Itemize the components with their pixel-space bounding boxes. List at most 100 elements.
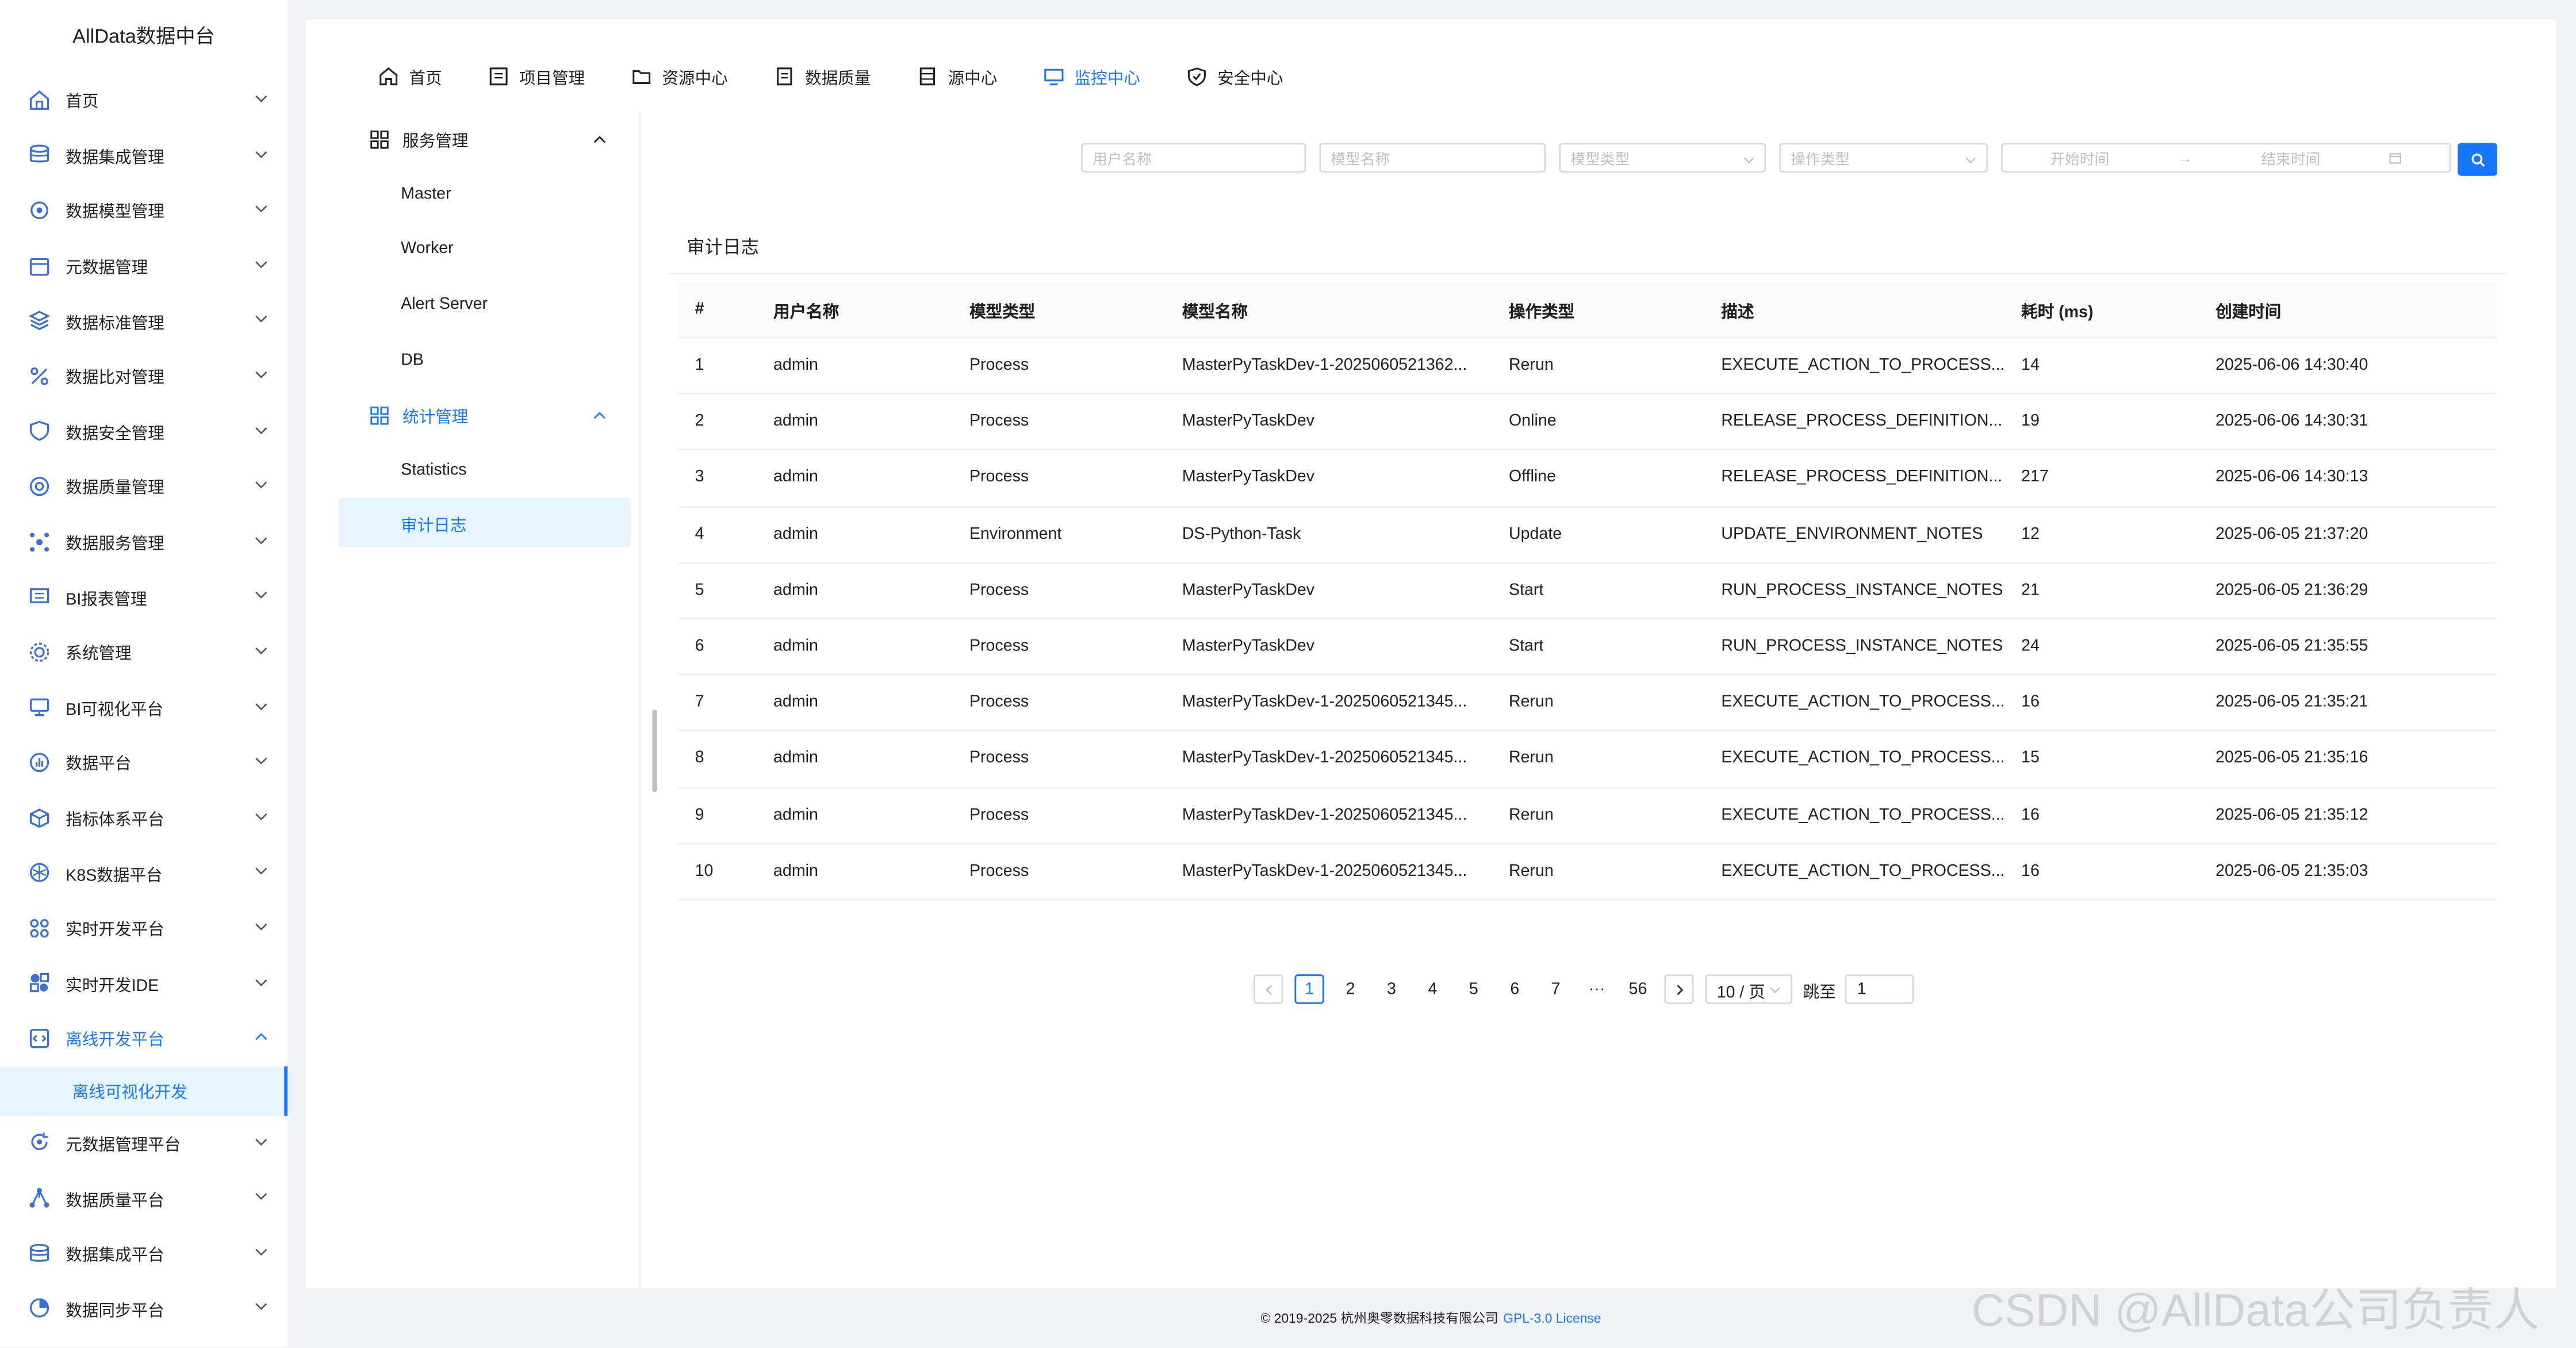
sidebar-item[interactable]: K8S数据平台 [0,845,288,900]
table-row[interactable]: 6 admin Process MasterPyTaskDev Start RUN_PRO… [678,618,2497,676]
secondary-menu-item[interactable]: Statistics [330,443,639,498]
sidebar-item[interactable]: 离线开发平台 [0,1010,288,1066]
page-number[interactable]: 56 [1623,974,1653,1004]
secondary-menu-item[interactable]: DB [330,332,639,388]
table-cell: Process [953,730,1166,788]
jump-to-input[interactable]: 1 [1845,974,1915,1004]
sidebar-item[interactable]: 首页 [0,72,288,128]
sidebar-item[interactable]: BI报表管理 [0,569,288,625]
date-range-picker[interactable]: 开始时间 → 结束时间 [2001,143,2451,173]
license-link[interactable]: GPL-3.0 License [1503,1311,1601,1326]
top-navigation: 首页 项目管理 资源中心 数据质量 源中心 监控中心 安全中心 [378,59,1329,92]
table-cell: Rerun [1492,843,1705,901]
table-row[interactable]: 4 admin Environment DS-Python-Task Update UPD… [678,506,2497,564]
sidebar-item[interactable]: 指标体系平台 [0,790,288,845]
search-button[interactable] [2458,143,2497,176]
sidebar-item[interactable]: BI可视化平台 [0,680,288,735]
table-cell: MasterPyTaskDev-1-2025060521345... [1166,675,1493,732]
table-cell: RUN_PROCESS_INSTANCE_NOTES [1704,618,2005,676]
sidebar-subitem-selected[interactable]: 离线可视化开发 [0,1066,288,1116]
refresh-icon [26,1129,53,1156]
sidebar-item[interactable]: 数据服务管理 [0,514,288,569]
top-nav-item[interactable]: 资源中心 [631,63,728,88]
table-cell: RELEASE_PROCESS_DEFINITION... [1704,393,2005,451]
sidebar-item[interactable]: 数据质量平台 [0,1170,288,1226]
table-row[interactable]: 2 admin Process MasterPyTaskDev Online RELEAS… [678,393,2497,451]
table-cell: RUN_PROCESS_INSTANCE_NOTES [1704,562,2005,619]
table-cell: 2025-06-05 21:35:55 [2199,618,2497,676]
sidebar-item-label: 元数据管理 [66,259,148,278]
sidebar-item-label: BI可视化平台 [66,701,164,719]
page-current[interactable]: 1 [1294,974,1324,1004]
table-cell: 2025-06-06 14:30:40 [2199,338,2497,395]
page-number[interactable]: 6 [1500,974,1529,1004]
sidebar-item[interactable]: 实时开发IDE [0,955,288,1010]
sync-icon [26,1295,53,1322]
sidebar-item[interactable]: 数据标准管理 [0,293,288,349]
monitor-icon [1043,65,1074,86]
secondary-menu-group[interactable]: 统计管理 [330,388,639,443]
sidebar-item[interactable]: 数据集成平台 [0,1226,288,1281]
secondary-menu-item-selected[interactable]: 审计日志 [338,498,631,547]
top-nav-item[interactable]: 安全中心 [1186,63,1283,88]
page-number[interactable]: 4 [1418,974,1447,1004]
sidebar-item[interactable]: 数据比对管理 [0,349,288,404]
table-cell: 9 [678,787,757,844]
sidebar-item[interactable]: 元数据管理平台 [0,1115,288,1170]
sidebar-item[interactable]: 数据平台 [0,735,288,790]
top-nav-item[interactable]: 首页 [378,63,442,88]
calendar-icon [26,252,53,279]
user-name-placeholder: 用户名称 [1092,150,1152,167]
secondary-menu-item[interactable]: Worker [330,222,639,277]
gear-icon [26,639,53,665]
table-row[interactable]: 5 admin Process MasterPyTaskDev Start RUN_PRO… [678,562,2497,619]
secondary-sidebar-scrollbar[interactable] [652,710,657,792]
table-row[interactable]: 10 admin Process MasterPyTaskDev-1-20250605… [678,843,2497,901]
page-number[interactable]: 2 [1336,974,1365,1004]
table-cell: MasterPyTaskDev-1-2025060521345... [1166,787,1493,844]
sidebar-item[interactable]: 数据集成管理 [0,128,288,183]
sidebar-item[interactable]: 实时开发平台 [0,900,288,955]
table-cell: 15 [2004,730,2199,788]
sidebar-item[interactable]: 元数据管理 [0,238,288,293]
table-cell: Process [953,338,1166,395]
range-separator: → [2178,150,2193,166]
prev-page-button[interactable] [1254,974,1283,1004]
secondary-menu-item[interactable]: Alert Server [330,277,639,332]
code-icon [26,1025,53,1052]
top-nav-item[interactable]: 项目管理 [488,63,585,88]
table-row[interactable]: 9 admin Process MasterPyTaskDev-1-202506052… [678,787,2497,844]
sidebar-item[interactable]: 数据模型管理 [0,183,288,238]
sidebar-item[interactable]: 数据安全管理 [0,404,288,459]
apps-grid-icon [370,129,402,149]
table-row[interactable]: 7 admin Process MasterPyTaskDev-1-202506052… [678,675,2497,732]
page-size-select[interactable]: 10 / 页 [1705,974,1793,1004]
page-size-label: 10 / 页 [1716,983,1765,1002]
table-cell: EXECUTE_ACTION_TO_PROCESS... [1704,675,2005,732]
top-nav-item[interactable]: 源中心 [917,63,997,88]
table-row[interactable]: 1 admin Process MasterPyTaskDev-1-202506052… [678,338,2497,395]
secondary-menu-group[interactable]: 服务管理 [330,112,639,167]
operation-type-select[interactable]: 操作类型 [1779,143,1988,173]
sidebar-item[interactable]: 数据同步平台 [0,1281,288,1336]
user-name-input[interactable]: 用户名称 [1081,143,1306,173]
chevron-down-icon [1765,983,1782,995]
model-type-select[interactable]: 模型类型 [1559,143,1766,173]
page-number[interactable]: 5 [1459,974,1488,1004]
top-nav-item[interactable]: 监控中心 [1043,63,1140,88]
page-number[interactable]: 3 [1377,974,1406,1004]
table-row[interactable]: 3 admin Process MasterPyTaskDev Offline RELEA… [678,450,2497,507]
sidebar-item[interactable]: 系统管理 [0,625,288,680]
model-name-input[interactable]: 模型名称 [1319,143,1546,173]
table-row[interactable]: 8 admin Process MasterPyTaskDev-1-202506052… [678,730,2497,788]
footer-copyright: © 2019-2025 杭州奥零数据科技有限公司 [1260,1310,1498,1326]
top-nav-item[interactable]: 数据质量 [774,63,871,88]
audit-log-table: # 用户名称 模型类型 模型名称 操作类型 描述 耗时 (ms) 创建时间 1 admin Pro… [678,282,2497,901]
secondary-menu-item[interactable]: Master [330,167,639,222]
sidebar-item[interactable]: 数据质量管理 [0,459,288,514]
page-number[interactable]: ··· [1582,974,1611,1004]
table-cell: admin [757,562,953,619]
next-page-button[interactable] [1664,974,1694,1004]
page-number[interactable]: 7 [1541,974,1570,1004]
table-cell: admin [757,787,953,844]
